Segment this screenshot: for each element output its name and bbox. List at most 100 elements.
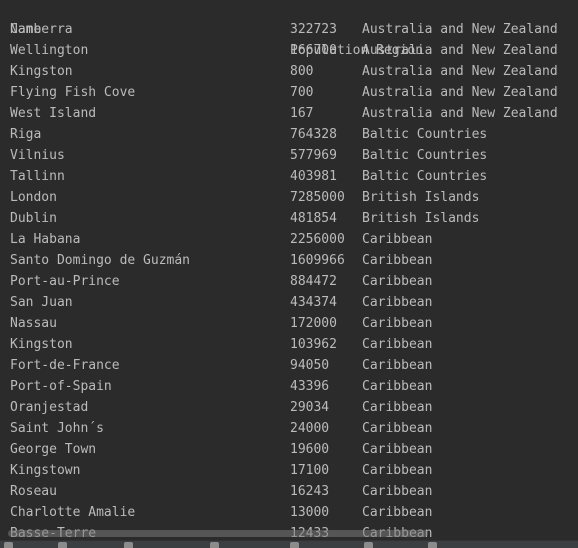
city-name: Vilnius xyxy=(10,148,65,163)
population-value: 322723 xyxy=(290,22,337,37)
services-tab[interactable] xyxy=(428,542,440,548)
scrollbar-thumb[interactable] xyxy=(8,530,428,537)
console-output-row: Roseau 16243 Caribbean xyxy=(0,481,578,502)
terminal-tab[interactable] xyxy=(210,542,222,548)
region-value: British Islands xyxy=(362,190,480,205)
build-icon xyxy=(364,542,373,548)
todo-icon xyxy=(58,542,67,548)
bottom-tool-window-bar xyxy=(0,540,578,548)
region-value: Caribbean xyxy=(362,274,433,289)
region-value: Caribbean xyxy=(362,337,433,352)
console-output-row: Kingstown 17100 Caribbean xyxy=(0,460,578,481)
population-value: 481854 xyxy=(290,211,337,226)
city-name: Charlotte Amalie xyxy=(10,505,136,520)
console-header-row: Name Population Region xyxy=(0,0,578,58)
profiler-tab[interactable] xyxy=(290,542,302,548)
region-value: Caribbean xyxy=(362,232,433,247)
population-value: 2256000 xyxy=(290,232,345,247)
console-output-row: Dublin 481854 British Islands xyxy=(0,208,578,229)
console-output-row: Kingston 103962 Caribbean xyxy=(0,334,578,355)
region-value: Australia and New Zealand xyxy=(362,85,558,100)
population-value: 17100 xyxy=(290,463,330,478)
region-value: Caribbean xyxy=(362,484,433,499)
region-value: Caribbean xyxy=(362,379,433,394)
city-name: Fort-de-France xyxy=(10,358,120,373)
todo-tab[interactable] xyxy=(58,542,70,548)
console-output-row: Flying Fish Cove 700 Australia and New Zea… xyxy=(0,82,578,103)
horizontal-scrollbar[interactable] xyxy=(0,528,578,540)
region-value: Caribbean xyxy=(362,505,433,520)
city-name: Saint John´s xyxy=(10,421,104,436)
population-value: 29034 xyxy=(290,400,330,415)
city-name: Dublin xyxy=(10,211,57,226)
city-name: Kingstown xyxy=(10,463,81,478)
population-value: 103962 xyxy=(290,337,337,352)
terminal-icon xyxy=(210,542,219,548)
city-name: La Habana xyxy=(10,232,81,247)
population-value: 94050 xyxy=(290,358,330,373)
profiler-icon xyxy=(290,542,299,548)
city-name: San Juan xyxy=(10,295,73,310)
population-value: 13000 xyxy=(290,505,330,520)
build-tab[interactable] xyxy=(364,542,376,548)
population-value: 24000 xyxy=(290,421,330,436)
region-value: Australia and New Zealand xyxy=(362,22,558,37)
console-output-row: Canberra 322723 Australia and New Zealand xyxy=(0,19,578,40)
region-value: Caribbean xyxy=(362,400,433,415)
city-name: Oranjestad xyxy=(10,400,89,415)
population-value: 19600 xyxy=(290,442,330,457)
city-name: Nassau xyxy=(10,316,57,331)
run-tab[interactable] xyxy=(4,542,16,548)
city-name: Santo Domingo de Guzmán xyxy=(10,253,191,268)
problems-tab[interactable] xyxy=(124,542,136,548)
city-name: Riga xyxy=(10,127,42,142)
run-console-output[interactable]: Name Population Region Canberra 322723 Aus… xyxy=(0,0,578,540)
population-value: 43396 xyxy=(290,379,330,394)
console-output-row: San Juan 434374 Caribbean xyxy=(0,292,578,313)
region-value: Caribbean xyxy=(362,421,433,436)
city-name: Kingston xyxy=(10,64,73,79)
population-value: 166700 xyxy=(290,43,337,58)
city-name: Roseau xyxy=(10,484,57,499)
population-value: 884472 xyxy=(290,274,337,289)
console-output-row: Saint John´s 24000 Caribbean xyxy=(0,418,578,439)
city-name: Flying Fish Cove xyxy=(10,85,136,100)
console-output-row: Riga 764328 Baltic Countries xyxy=(0,124,578,145)
console-output-row: Santo Domingo de Guzmán 1609966 Caribbean xyxy=(0,250,578,271)
population-value: 172000 xyxy=(290,316,337,331)
console-output-row: Oranjestad 29034 Caribbean xyxy=(0,397,578,418)
population-value: 167 xyxy=(290,106,314,121)
city-name: Kingston xyxy=(10,337,73,352)
population-value: 700 xyxy=(290,85,314,100)
population-value: 403981 xyxy=(290,169,337,184)
region-value: Australia and New Zealand xyxy=(362,106,558,121)
city-name: Wellington xyxy=(10,43,89,58)
population-value: 16243 xyxy=(290,484,330,499)
console-output-row: Charlotte Amalie 13000 Caribbean xyxy=(0,502,578,523)
console-output-row: West Island 167 Australia and New Zealand xyxy=(0,103,578,124)
region-value: Baltic Countries xyxy=(362,169,488,184)
console-output-row: La Habana 2256000 Caribbean xyxy=(0,229,578,250)
console-output-row: London 7285000 British Islands xyxy=(0,187,578,208)
region-value: Caribbean xyxy=(362,316,433,331)
console-output-row: Port-au-Prince 884472 Caribbean xyxy=(0,271,578,292)
console-output-row: Tallinn 403981 Baltic Countries xyxy=(0,166,578,187)
console-output-row: George Town 19600 Caribbean xyxy=(0,439,578,460)
region-value: Baltic Countries xyxy=(362,127,488,142)
region-value: Caribbean xyxy=(362,463,433,478)
population-value: 800 xyxy=(290,64,314,79)
services-icon xyxy=(428,542,437,548)
region-value: Australia and New Zealand xyxy=(362,43,558,58)
city-name: Canberra xyxy=(10,22,73,37)
console-output-row: Nassau 172000 Caribbean xyxy=(0,313,578,334)
region-value: Caribbean xyxy=(362,253,433,268)
problems-icon xyxy=(124,542,133,548)
region-value: British Islands xyxy=(362,211,480,226)
city-name: West Island xyxy=(10,106,97,121)
region-value: Australia and New Zealand xyxy=(362,64,558,79)
run-icon xyxy=(4,542,13,548)
population-value: 764328 xyxy=(290,127,337,142)
city-name: Port-au-Prince xyxy=(10,274,120,289)
region-value: Caribbean xyxy=(362,295,433,310)
region-value: Caribbean xyxy=(362,358,433,373)
